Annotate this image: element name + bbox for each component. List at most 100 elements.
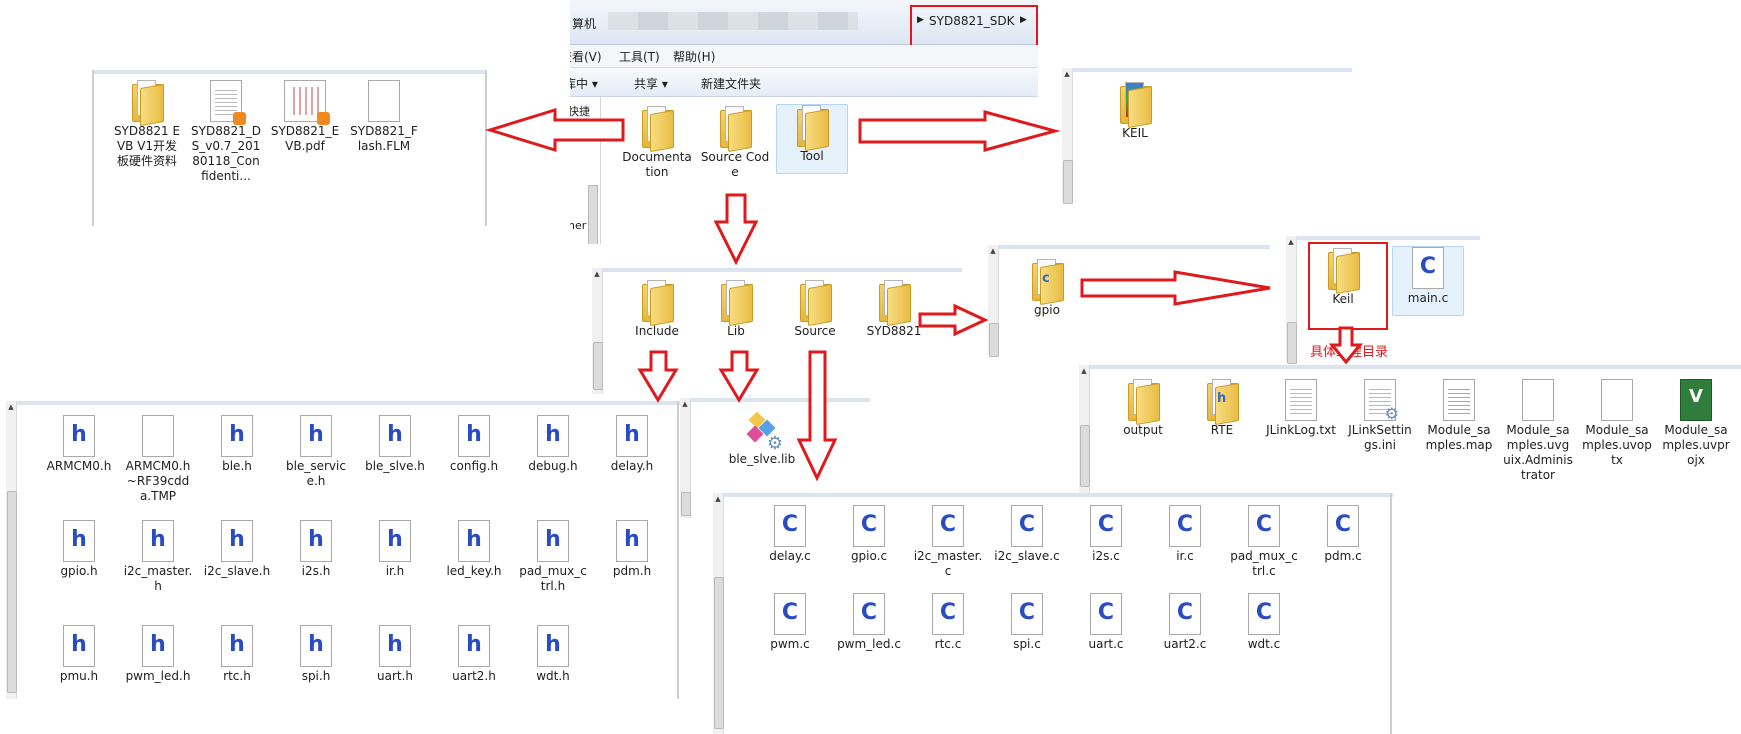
scrollbar[interactable]: ▲ (1062, 68, 1073, 204)
file-main-c[interactable]: C main.c (1392, 246, 1464, 316)
header-file[interactable]: h led_key.h (439, 520, 509, 579)
scrollbar[interactable]: ▲ (1286, 236, 1297, 364)
toolbar-new-folder[interactable]: 新建文件夹 (701, 75, 761, 92)
nav-fragment-quick[interactable]: 快捷 (570, 103, 590, 119)
header-file[interactable]: h gpio.h (44, 520, 114, 579)
header-file[interactable]: h ir.h (360, 520, 430, 579)
file-ble-slve-lib[interactable]: ⚙ ble_slve.lib (720, 410, 804, 467)
file-map[interactable]: Module_samples.map (1424, 379, 1494, 453)
scroll-thumb[interactable] (989, 323, 999, 357)
scroll-thumb[interactable] (593, 342, 603, 390)
source-file[interactable]: Cdelay.c (755, 505, 825, 564)
menu-tools[interactable]: 工具(T) (619, 48, 660, 65)
file-datasheet-pdf[interactable]: SYD8821_DS_v0.7_20180118_Confidenti... (191, 80, 261, 184)
header-file[interactable]: h pdm.h (597, 520, 667, 579)
folder-output[interactable]: output (1108, 379, 1178, 438)
scrollbar[interactable]: ▲ (1079, 365, 1090, 493)
folder-gpio[interactable]: c gpio (1012, 259, 1082, 318)
header-file[interactable]: h uart2.h (439, 625, 509, 684)
scroll-thumb[interactable] (681, 492, 691, 516)
scrollbar[interactable]: ▲ (680, 398, 691, 518)
source-file[interactable]: Ci2c_master.c (913, 505, 983, 579)
blank-file-icon (1601, 379, 1633, 421)
header-file[interactable]: h wdt.h (518, 625, 588, 684)
folder-keil-tool[interactable]: KEIL (1100, 82, 1170, 141)
address-bar[interactable]: 算机 ▶ SYD8821_SDK ▶ (570, 0, 1038, 49)
menu-help[interactable]: 帮助(H) (673, 48, 715, 65)
menu-view[interactable]: 查看(V) (570, 48, 602, 65)
scroll-up-icon[interactable]: ▲ (989, 247, 997, 255)
source-file[interactable]: Ci2c_slave.c (992, 505, 1062, 564)
file-uvoptx[interactable]: Module_samples.uvoptx (1582, 379, 1652, 468)
folder-evb-hardware[interactable]: SYD8821 EVB V1开发板硬件资料 (112, 80, 182, 169)
scrollbar[interactable]: ▲ (6, 401, 17, 699)
file-jlinklog[interactable]: JLinkLog.txt (1266, 379, 1336, 438)
header-file[interactable]: h ble.h (202, 415, 272, 474)
nav-fragment-ner[interactable]: ner (570, 219, 586, 232)
source-file[interactable]: Cuart2.c (1150, 593, 1220, 652)
header-file[interactable]: h spi.h (281, 625, 351, 684)
header-file[interactable]: h i2c_slave.h (202, 520, 272, 579)
toolbar-library[interactable]: 库中 ▾ (570, 75, 598, 92)
scroll-up-icon[interactable]: ▲ (681, 400, 689, 408)
item-label: JLinkLog.txt (1266, 423, 1336, 437)
source-file[interactable]: Crtc.c (913, 593, 983, 652)
nav-scrollbar[interactable] (588, 185, 598, 244)
header-file[interactable]: h debug.h (518, 415, 588, 474)
source-file[interactable]: Cspi.c (992, 593, 1062, 652)
folder-syd8821[interactable]: SYD8821 (859, 280, 929, 339)
toolbar-share[interactable]: 共享 ▾ (634, 75, 668, 92)
folder-lib[interactable]: Lib (701, 280, 771, 339)
source-file[interactable]: Cuart.c (1071, 593, 1141, 652)
source-file[interactable]: Cpad_mux_ctrl.c (1229, 505, 1299, 579)
file-flash-flm[interactable]: SYD8821_Flash.FLM (349, 80, 419, 154)
folder-documentation[interactable]: Documentation (622, 106, 692, 180)
header-file[interactable]: h ARMCM0.h (44, 415, 114, 474)
header-file[interactable]: h pmu.h (44, 625, 114, 684)
file-uvprojx[interactable]: V Module_samples.uvprojx (1661, 379, 1731, 468)
file-evb-pdf[interactable]: SYD8821_EVB.pdf (270, 80, 340, 154)
header-file[interactable]: h pwm_led.h (123, 625, 193, 684)
scroll-thumb[interactable] (1080, 425, 1090, 487)
scrollbar[interactable]: ▲ (713, 493, 724, 734)
header-file[interactable]: h ble_slve.h (360, 415, 430, 474)
header-file[interactable]: h config.h (439, 415, 509, 474)
source-file[interactable]: Ci2s.c (1071, 505, 1141, 564)
folder-source[interactable]: Source (780, 280, 850, 339)
folder-include[interactable]: Include (622, 280, 692, 339)
source-file[interactable]: Cpwm.c (755, 593, 825, 652)
scroll-up-icon[interactable]: ▲ (1063, 70, 1071, 78)
folder-source-code[interactable]: Source Code (700, 106, 770, 180)
h-file-icon: h (379, 415, 411, 457)
scroll-thumb[interactable] (1063, 160, 1073, 204)
scrollbar[interactable]: ▲ (988, 245, 999, 357)
header-file[interactable]: h i2s.h (281, 520, 351, 579)
source-file[interactable]: Cpdm.c (1308, 505, 1378, 564)
scroll-up-icon[interactable]: ▲ (7, 403, 15, 411)
folder-tool[interactable]: Tool (776, 104, 848, 174)
scroll-up-icon[interactable]: ▲ (1287, 238, 1295, 246)
header-file[interactable]: h i2c_master.h (123, 520, 193, 594)
folder-rte[interactable]: h RTE (1187, 379, 1257, 438)
scroll-thumb[interactable] (714, 577, 724, 729)
header-file[interactable]: h uart.h (360, 625, 430, 684)
header-file[interactable]: ARMCM0.h~RF39cdda.TMP (123, 415, 193, 504)
file-uvguix[interactable]: Module_samples.uvguix.Administrator (1503, 379, 1573, 483)
source-file[interactable]: Cgpio.c (834, 505, 904, 564)
header-file[interactable]: h delay.h (597, 415, 667, 474)
header-file[interactable]: h pad_mux_ctrl.h (518, 520, 588, 594)
item-label: gpio.c (850, 549, 888, 563)
scroll-thumb[interactable] (1287, 322, 1297, 364)
scrollbar[interactable]: ▲ (592, 268, 603, 394)
scroll-up-icon[interactable]: ▲ (1080, 367, 1088, 375)
header-file[interactable]: h rtc.h (202, 625, 272, 684)
header-file[interactable]: h ble_service.h (281, 415, 351, 489)
scroll-up-icon[interactable]: ▲ (593, 270, 601, 278)
scroll-thumb[interactable] (7, 491, 17, 693)
scroll-up-icon[interactable]: ▲ (714, 495, 722, 503)
source-file[interactable]: Cwdt.c (1229, 593, 1299, 652)
source-file[interactable]: Cir.c (1150, 505, 1220, 564)
source-file[interactable]: Cpwm_led.c (834, 593, 904, 652)
item-label: uart2.c (1163, 637, 1207, 651)
file-jlinksettings[interactable]: ⚙ JLinkSettings.ini (1345, 379, 1415, 453)
